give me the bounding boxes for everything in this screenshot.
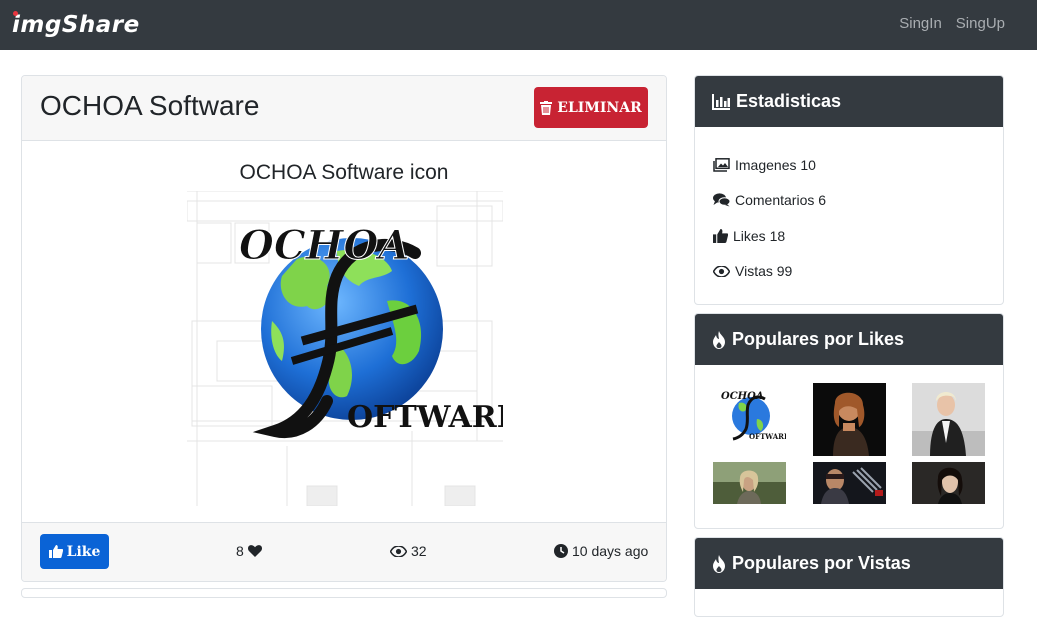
stats-card: Estadisticas Imagenes 10 Comentarios 6 L…: [694, 75, 1004, 305]
nav-links: SingIn SingUp: [899, 15, 1005, 32]
views-count-value: 32: [411, 543, 427, 559]
delete-button-label: ELIMINAR: [557, 99, 642, 116]
stats-item-label: Imagenes 10: [735, 156, 816, 173]
popular-thumbnail-scene-2[interactable]: [813, 462, 886, 504]
stats-title: Estadisticas: [736, 91, 842, 111]
clock-icon: [554, 544, 568, 558]
heart-icon: [247, 545, 262, 557]
popular-views-title: Populares por Vistas: [732, 553, 911, 573]
brand-logo[interactable]: imgShare: [12, 8, 140, 42]
views-count: 32: [390, 543, 427, 559]
signup-link[interactable]: SingUp: [956, 15, 1005, 32]
thumbs-up-icon: [713, 228, 728, 243]
like-button[interactable]: Like: [40, 534, 109, 569]
image-title: OCHOA Software: [40, 90, 260, 121]
popular-thumbnail-scene-3[interactable]: [912, 462, 985, 504]
like-button-label: Like: [66, 543, 101, 560]
comments-card-edge: [21, 588, 667, 598]
stats-item-images: Imagenes 10: [713, 147, 985, 183]
trash-icon: [540, 100, 553, 115]
popular-thumbnail-portrait-1[interactable]: [813, 383, 886, 456]
main-image[interactable]: OCHOA OFTWARE: [187, 191, 503, 506]
stats-list: Imagenes 10 Comentarios 6 Likes 18 Vista…: [695, 127, 1003, 289]
images-icon: [713, 157, 730, 172]
logo-text-top: OCHOA: [239, 222, 409, 269]
stats-item-label: Comentarios 6: [735, 192, 827, 209]
stats-item-label: Vistas 99: [735, 263, 793, 280]
svg-text:OFTWARE: OFTWARE: [749, 432, 786, 441]
stats-header: Estadisticas: [695, 76, 1003, 127]
fire-icon: [712, 554, 726, 573]
stats-item-likes: Likes 18: [713, 218, 985, 254]
svg-text:OCHOA: OCHOA: [721, 391, 764, 402]
logo-text-bottom: OFTWARE: [347, 400, 503, 435]
eye-icon: [713, 265, 730, 277]
image-card-body: OCHOA Software icon OCHOA OFTWARE: [22, 141, 666, 524]
popular-likes-title: Populares por Likes: [732, 329, 905, 349]
stats-item-label: Likes 18: [733, 227, 786, 244]
popular-thumbnail-scene-1[interactable]: [713, 462, 786, 504]
image-card: OCHOA Software ELIMINAR OCHOA Software i…: [21, 75, 667, 582]
likes-count-value: 8: [236, 543, 244, 559]
likes-count: 8: [236, 543, 262, 559]
popular-views-header: Populares por Vistas: [695, 538, 1003, 589]
brand-dot-icon: [13, 11, 18, 16]
popular-thumbnail-ochoa[interactable]: OCHOA OFTWARE: [713, 383, 786, 456]
brand-name[interactable]: imgShare: [12, 12, 140, 38]
image-caption: OCHOA Software icon: [239, 161, 449, 184]
stats-item-views: Vistas 99: [713, 254, 985, 290]
bar-chart-icon: [712, 93, 730, 110]
popular-views-card: Populares por Vistas: [694, 537, 1004, 617]
thumbs-up-icon: [48, 545, 63, 558]
comments-icon: [713, 193, 730, 207]
eye-icon: [390, 545, 407, 557]
popular-likes-header: Populares por Likes: [695, 314, 1003, 365]
image-card-header: OCHOA Software ELIMINAR: [22, 76, 666, 141]
timestamp-value: 10 days ago: [572, 543, 649, 559]
image-card-footer: Like 8 32 10 days ago: [22, 522, 666, 581]
timestamp: 10 days ago: [554, 543, 648, 559]
popular-likes-card: Populares por Likes OCHOA OFTWARE: [694, 313, 1004, 529]
delete-button[interactable]: ELIMINAR: [534, 87, 648, 128]
stats-item-comments: Comentarios 6: [713, 183, 985, 219]
signin-link[interactable]: SingIn: [899, 15, 942, 32]
fire-icon: [712, 330, 726, 349]
popular-thumbnail-portrait-2[interactable]: [912, 383, 985, 456]
navbar: imgShare SingIn SingUp: [0, 0, 1037, 50]
